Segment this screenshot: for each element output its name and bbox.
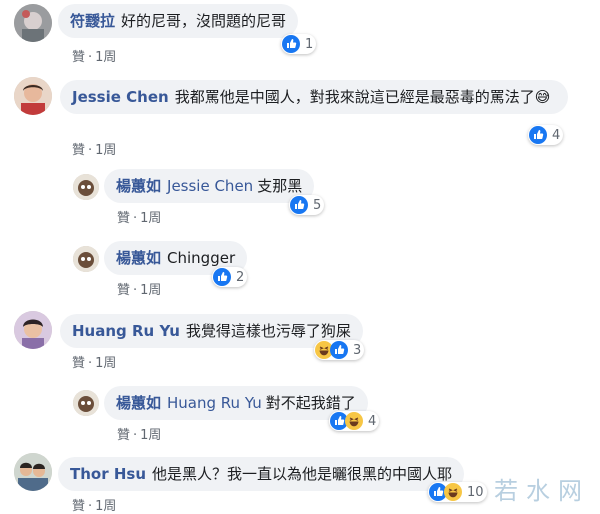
comment-author[interactable]: 楊蕙如 (116, 394, 161, 412)
comment-actions: 贊 · 1周 (72, 495, 116, 514)
like-button[interactable]: 贊 (72, 499, 85, 514)
haha-reaction-icon (345, 412, 363, 430)
comment-text: Chingger (167, 249, 236, 267)
timestamp[interactable]: 1周 (140, 211, 161, 226)
avatar[interactable] (14, 4, 52, 42)
separator: · (133, 428, 138, 443)
timestamp[interactable]: 1周 (95, 50, 116, 65)
reaction-badge[interactable]: 2 (212, 267, 248, 287)
separator: · (133, 283, 138, 298)
timestamp[interactable]: 1周 (95, 143, 116, 158)
like-button[interactable]: 贊 (117, 283, 130, 298)
timestamp[interactable]: 1周 (95, 356, 116, 371)
comment-author[interactable]: 楊蕙如 (116, 249, 161, 267)
comment-bubble: Thor Hsu 他是黑人？我一直以為他是曬很黑的中國人耶 (58, 457, 465, 491)
like-button[interactable]: 贊 (72, 143, 85, 158)
comment-text: 對不起我錯了 (265, 394, 356, 412)
comment-bubble: 符靉拉 好的尼哥，沒問題的尼哥 (58, 4, 299, 38)
mention-link[interactable]: Jessie Chen (167, 177, 253, 195)
comment-actions: 贊 · 1周 (72, 139, 116, 158)
separator: · (133, 211, 138, 226)
comment-actions: 贊 · 1周 (117, 424, 161, 443)
comment-actions: 贊 · 1周 (72, 46, 116, 65)
comment-author[interactable]: Thor Hsu (70, 465, 146, 483)
comment-bubble: 楊蕙如 Huang Ru Yu 對不起我錯了 (104, 386, 368, 420)
separator: · (88, 356, 93, 371)
comment-author[interactable]: 符靉拉 (70, 12, 115, 30)
like-button[interactable]: 贊 (72, 356, 85, 371)
reaction-badge[interactable]: 3 (314, 340, 365, 360)
comment-text: 我都罵他是中國人，對我來說這已經是最惡毒的罵法了😅 (174, 88, 551, 106)
comment-text: 我覺得這樣也污辱了狗屎 (185, 322, 351, 340)
avatar[interactable] (14, 311, 52, 349)
timestamp[interactable]: 1周 (140, 428, 161, 443)
like-reaction-icon (282, 35, 300, 53)
avatar[interactable] (14, 77, 52, 115)
reaction-count: 1 (305, 36, 314, 52)
like-reaction-icon (529, 126, 547, 144)
like-button[interactable]: 贊 (117, 428, 130, 443)
comment-author[interactable]: 楊蕙如 (116, 177, 161, 195)
comment-actions: 贊 · 1周 (72, 352, 116, 371)
like-reaction-icon (213, 268, 231, 286)
avatar[interactable] (73, 174, 99, 200)
watermark: 若水网 (494, 477, 590, 505)
comment-bubble: 楊蕙如 Jessie Chen 支那黑 (104, 169, 315, 203)
separator: · (88, 50, 93, 65)
reaction-badge[interactable]: 5 (289, 195, 325, 215)
comment-actions: 贊 · 1周 (117, 207, 161, 226)
reaction-badge[interactable]: 10 (428, 482, 487, 502)
like-button[interactable]: 贊 (117, 211, 130, 226)
comment-author[interactable]: Jessie Chen (72, 88, 169, 106)
avatar[interactable] (73, 246, 99, 272)
mention-link[interactable]: Huang Ru Yu (167, 394, 262, 412)
reaction-count: 5 (313, 197, 322, 213)
avatar[interactable] (73, 390, 99, 416)
comment-author[interactable]: Huang Ru Yu (72, 322, 180, 340)
separator: · (88, 499, 93, 514)
haha-reaction-icon (444, 483, 462, 501)
reaction-count: 10 (467, 484, 484, 500)
comment-actions: 贊 · 1周 (117, 279, 161, 298)
reaction-badge[interactable]: 4 (528, 125, 564, 145)
reaction-badge[interactable]: 4 (329, 411, 380, 431)
comment-bubble: Jessie Chen 我都罵他是中國人，對我來說這已經是最惡毒的罵法了😅 (60, 80, 568, 114)
reaction-count: 4 (552, 127, 561, 143)
reaction-count: 4 (368, 413, 377, 429)
comment-text: 好的尼哥，沒問題的尼哥 (121, 12, 287, 30)
like-reaction-icon (290, 196, 308, 214)
like-reaction-icon (330, 341, 348, 359)
avatar[interactable] (14, 453, 52, 491)
reaction-count: 3 (353, 342, 362, 358)
separator: · (88, 143, 93, 158)
like-button[interactable]: 贊 (72, 50, 85, 65)
reaction-count: 2 (236, 269, 245, 285)
timestamp[interactable]: 1周 (95, 499, 116, 514)
reaction-badge[interactable]: 1 (281, 34, 317, 54)
comment-text: 他是黑人？我一直以為他是曬很黑的中國人耶 (152, 465, 453, 483)
comment-text: 支那黑 (257, 177, 303, 195)
timestamp[interactable]: 1周 (140, 283, 161, 298)
